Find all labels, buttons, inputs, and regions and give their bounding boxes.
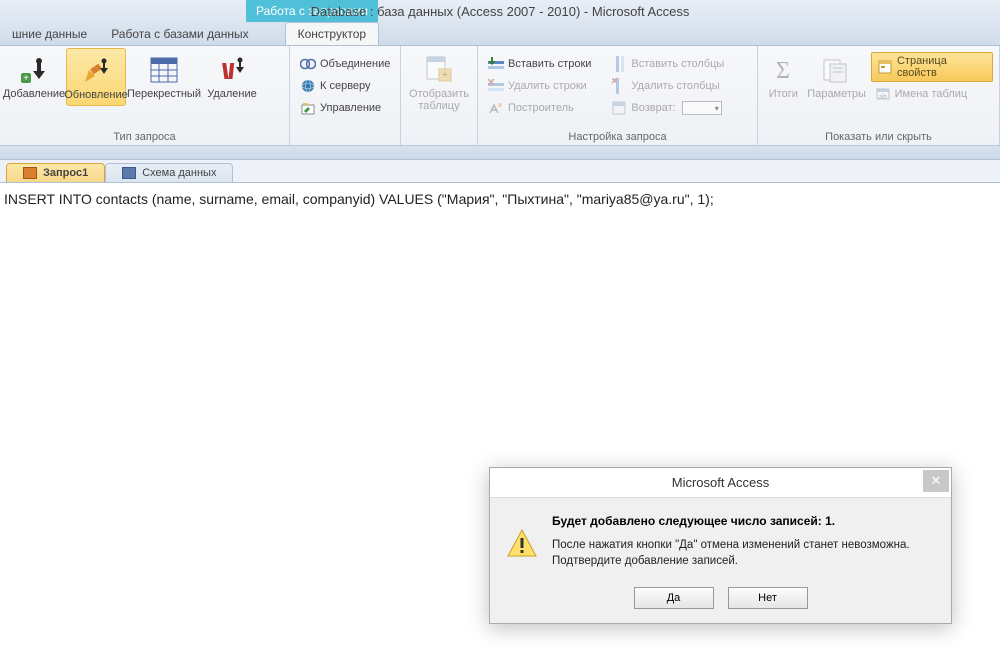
table-names-button[interactable]: ab Имена таблиц [871, 84, 993, 104]
update-icon [81, 53, 111, 89]
tab-external-data[interactable]: шние данные [0, 22, 99, 45]
delete-rows-button[interactable]: Удалить строки [484, 76, 595, 96]
totals-button[interactable]: Σ Итоги [762, 48, 805, 104]
confirm-dialog: Microsoft Access ✕ Будет добавлено следу… [489, 467, 952, 624]
dialog-close-button[interactable]: ✕ [923, 470, 949, 492]
table-names-icon: ab [875, 86, 891, 102]
dialog-yes-button[interactable]: Да [634, 587, 714, 609]
return-label: Возврат: [631, 102, 675, 114]
property-sheet-label: Страница свойств [897, 55, 986, 79]
passthrough-label: К серверу [320, 80, 371, 92]
crosstab-query-button[interactable]: Перекрестный [128, 48, 200, 104]
insert-columns-button[interactable]: Вставить столбцы [607, 54, 728, 74]
return-icon [611, 100, 627, 116]
sigma-icon: Σ [771, 52, 795, 88]
insert-rows-button[interactable]: Вставить строки [484, 54, 595, 74]
query-icon [23, 167, 37, 179]
group-label-show-hide: Показать или скрыть [762, 129, 995, 145]
doc-tab-schema-label: Схема данных [142, 167, 216, 179]
union-label: Объединение [320, 58, 390, 70]
table-names-label: Имена таблиц [895, 88, 968, 100]
append-label: Добавление [3, 88, 65, 100]
svg-text:+: + [23, 73, 29, 84]
crosstab-icon [149, 52, 179, 88]
svg-text:+: + [442, 69, 448, 81]
delete-rows-label: Удалить строки [508, 80, 587, 92]
doc-separator [0, 146, 1000, 160]
document-tabs: Запрос1 Схема данных [0, 160, 1000, 182]
doc-tab-query1[interactable]: Запрос1 [6, 163, 105, 182]
delete-columns-button[interactable]: Удалить столбцы [607, 76, 728, 96]
close-icon: ✕ [931, 473, 942, 489]
params-label: Параметры [807, 88, 866, 100]
show-table-label: Отобразить таблицу [407, 88, 471, 112]
builder-button[interactable]: Построитель [484, 98, 595, 118]
delete-cols-label: Удалить столбцы [631, 80, 719, 92]
data-definition-button[interactable]: Управление [296, 98, 394, 118]
totals-label: Итоги [769, 88, 798, 100]
doc-tab-schema[interactable]: Схема данных [105, 163, 233, 182]
globe-icon [300, 78, 316, 94]
ribbon-tab-strip: шние данные Работа с базами данных Конст… [0, 22, 1000, 46]
show-table-button[interactable]: + Отобразить таблицу [405, 48, 473, 116]
dialog-msg-line1: После нажатия кнопки "Да" отмена изменен… [552, 538, 935, 554]
manage-label: Управление [320, 102, 381, 114]
svg-text:ab: ab [879, 94, 887, 101]
insert-rows-label: Вставить строки [508, 58, 591, 70]
crosstab-label: Перекрестный [127, 88, 201, 100]
tab-designer[interactable]: Конструктор [285, 22, 379, 45]
return-dropdown-icon: ▾ [682, 101, 722, 115]
delete-cols-icon [611, 78, 627, 94]
ribbon: + Добавление Обновление Перекрестный [0, 46, 1000, 146]
group-label-query-setup: Настройка запроса [482, 129, 753, 145]
insert-cols-icon [611, 56, 627, 72]
append-query-button[interactable]: + Добавление [4, 48, 64, 104]
dialog-no-button[interactable]: Нет [728, 587, 808, 609]
warning-icon [506, 528, 538, 560]
delete-icon [217, 52, 247, 88]
doc-tab-query1-label: Запрос1 [43, 167, 88, 179]
parameters-button[interactable]: Параметры [807, 48, 867, 104]
union-icon [300, 56, 316, 72]
update-label: Обновление [64, 89, 128, 101]
property-sheet-button[interactable]: Страница свойств [871, 52, 993, 82]
update-query-button[interactable]: Обновление [66, 48, 126, 106]
builder-icon [488, 100, 504, 116]
dialog-msg-line2: Подтвердите добавление записей. [552, 554, 935, 570]
dialog-headline: Будет добавлено следующее число записей:… [552, 514, 935, 528]
append-icon: + [19, 52, 49, 88]
property-sheet-icon [878, 59, 893, 75]
builder-label: Построитель [508, 102, 574, 114]
delete-label: Удаление [207, 88, 257, 100]
window-title: Database : база данных (Access 2007 - 20… [311, 4, 690, 19]
svg-text:Σ: Σ [776, 58, 790, 84]
group-label-query-type: Тип запроса [4, 129, 285, 145]
return-button[interactable]: Возврат: ▾ [607, 98, 728, 118]
insert-rows-icon [488, 56, 504, 72]
delete-rows-icon [488, 78, 504, 94]
show-table-icon: + [423, 52, 455, 88]
insert-cols-label: Вставить столбцы [631, 58, 724, 70]
parameters-icon [822, 52, 852, 88]
union-button[interactable]: Объединение [296, 54, 394, 74]
dialog-title-bar: Microsoft Access ✕ [490, 468, 951, 498]
schema-icon [122, 167, 136, 179]
tab-database-tools[interactable]: Работа с базами данных [99, 22, 260, 45]
manage-icon [300, 100, 316, 116]
delete-query-button[interactable]: Удаление [202, 48, 262, 104]
dialog-title-text: Microsoft Access [672, 475, 770, 490]
passthrough-button[interactable]: К серверу [296, 76, 394, 96]
